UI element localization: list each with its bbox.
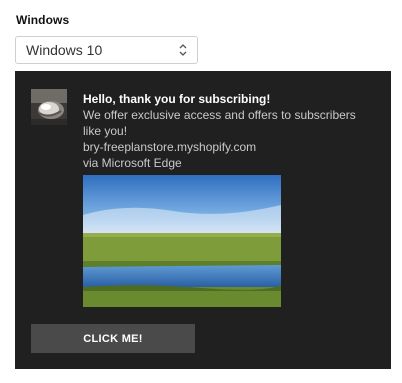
notification-text: Hello, thank you for subscribing! We off… (83, 91, 373, 171)
os-version-value: Windows 10 (26, 42, 103, 58)
section-label: Windows (16, 13, 70, 27)
notification-body: We offer exclusive access and offers to … (83, 108, 356, 138)
notification-preview: Hello, thank you for subscribing! We off… (15, 71, 391, 369)
notification-domain: bry-freeplanstore.myshopify.com (83, 140, 257, 154)
notification-via: via Microsoft Edge (83, 156, 182, 170)
select-chevron-icon (179, 44, 187, 56)
notification-title: Hello, thank you for subscribing! (83, 92, 271, 106)
os-version-select[interactable]: Windows 10 (15, 36, 198, 64)
landscape-lake-image (83, 175, 281, 307)
shell-thumbnail-icon (31, 89, 67, 125)
click-me-button[interactable]: CLICK ME! (31, 324, 195, 353)
